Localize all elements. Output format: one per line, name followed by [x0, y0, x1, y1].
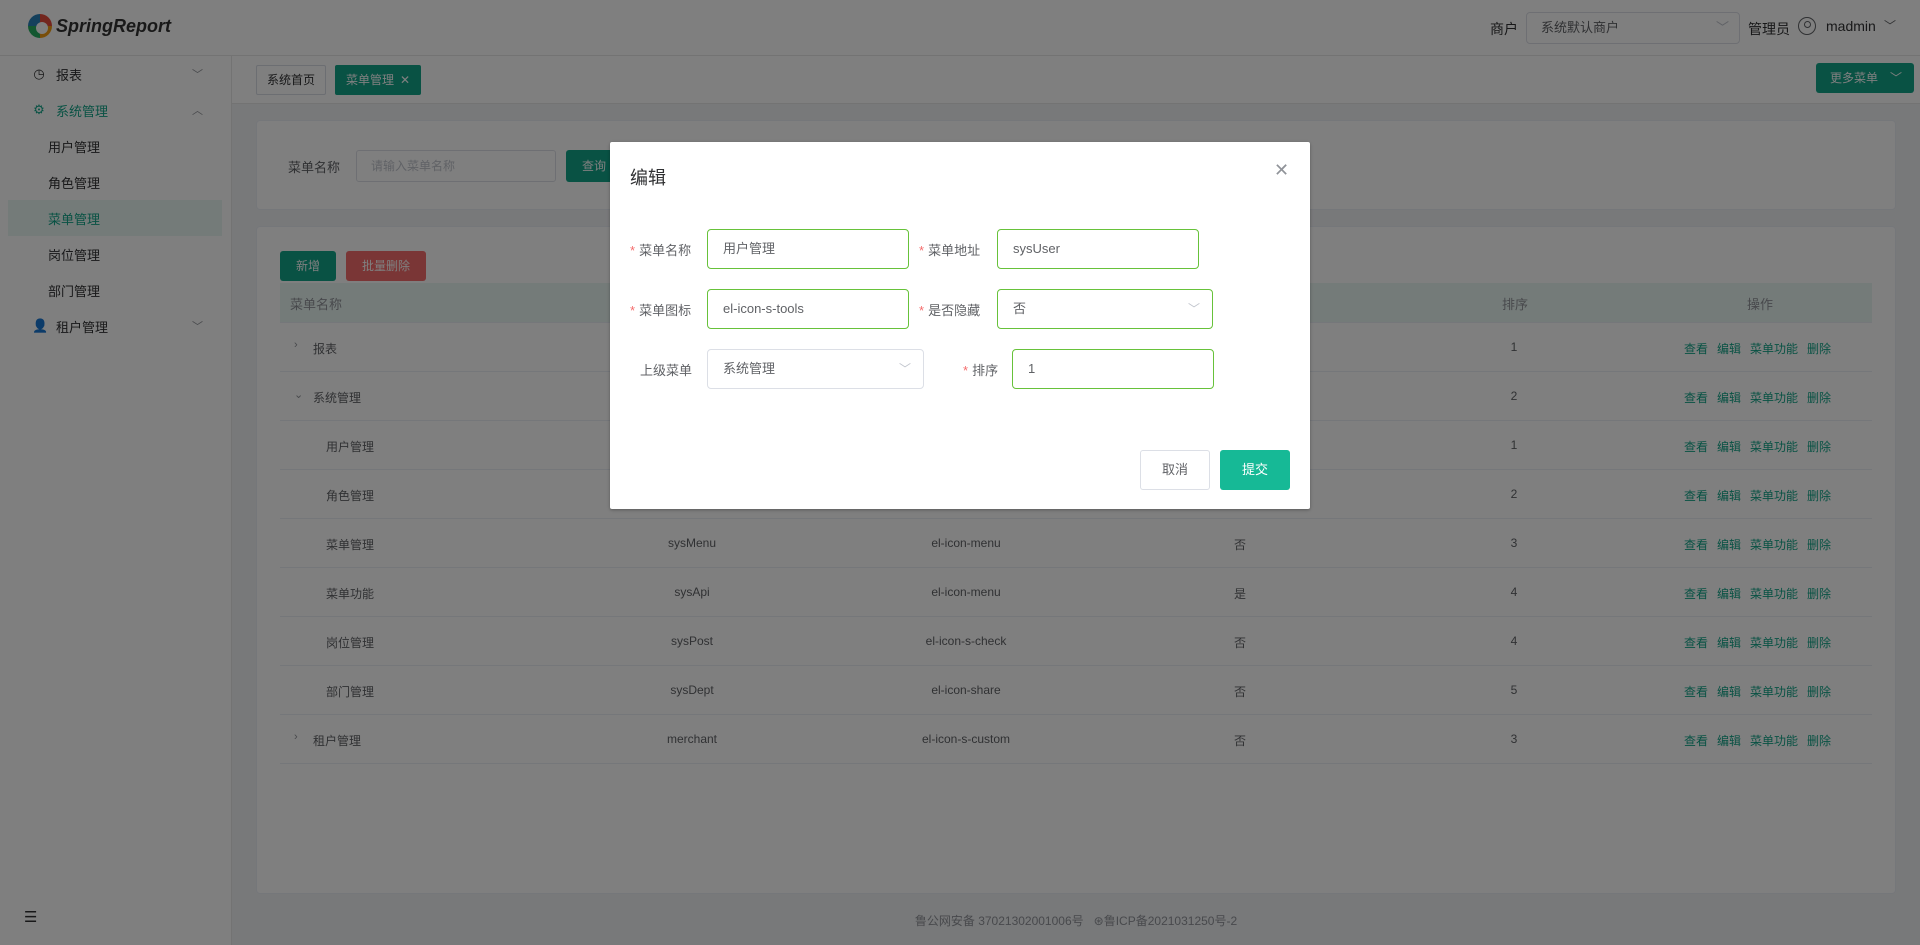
- menu-url-label: * 菜单地址: [919, 243, 981, 258]
- menu-name-input[interactable]: 用户管理: [707, 229, 909, 269]
- cancel-button[interactable]: 取消: [1140, 450, 1210, 490]
- hidden-select-value: 否: [1013, 301, 1027, 316]
- submit-button[interactable]: 提交: [1220, 450, 1290, 490]
- hidden-label: * 是否隐藏: [919, 303, 981, 318]
- menu-url-input[interactable]: sysUser: [997, 229, 1199, 269]
- parent-menu-value: 系统管理: [723, 361, 776, 376]
- chevron-down-icon: ﹀: [898, 362, 911, 376]
- chevron-down-icon: ﹀: [1187, 302, 1200, 316]
- parent-menu-label: 上级菜单: [640, 363, 693, 378]
- sort-label: * 排序: [963, 363, 999, 378]
- dialog-title: 编辑: [630, 168, 666, 188]
- parent-menu-select[interactable]: 系统管理 ﹀: [707, 349, 924, 389]
- edit-dialog: 编辑 ✕ * 菜单名称 用户管理 * 菜单地址 sysUser * 菜单图标 el-i…: [610, 142, 1310, 509]
- menu-icon-input[interactable]: el-icon-s-tools: [707, 289, 909, 329]
- close-icon[interactable]: ✕: [1274, 160, 1289, 181]
- menu-name-label: * 菜单名称: [630, 243, 692, 258]
- menu-icon-label: * 菜单图标: [630, 303, 692, 318]
- sort-input[interactable]: 1: [1012, 349, 1214, 389]
- hidden-select[interactable]: 否 ﹀: [997, 289, 1213, 329]
